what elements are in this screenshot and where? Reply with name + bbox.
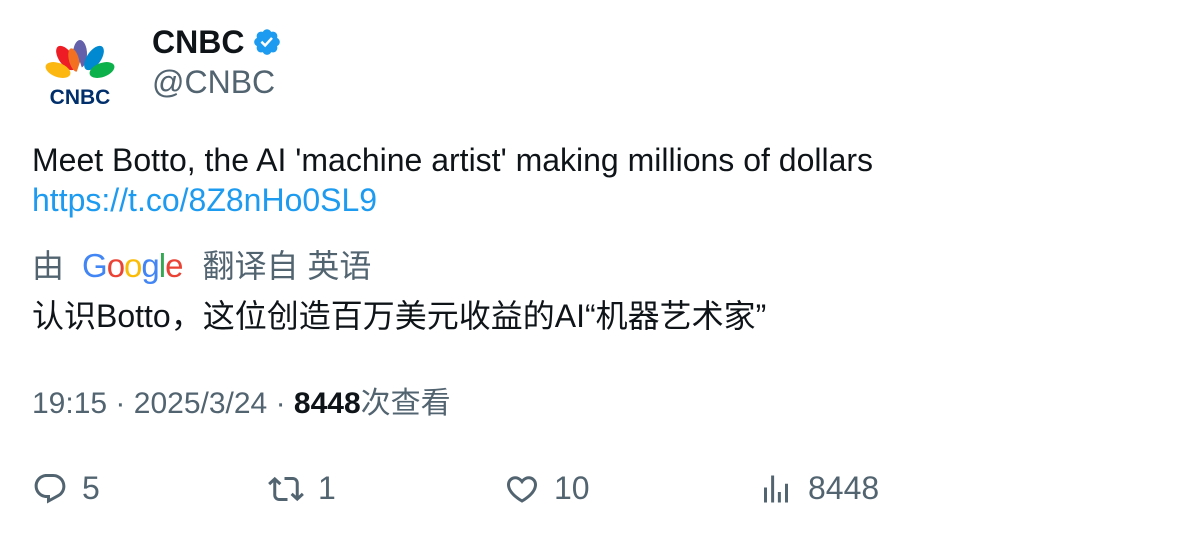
like-button[interactable]: 10 [504,470,590,507]
tweet-time[interactable]: 19:15 [32,387,107,420]
tweet-text: Meet Botto, the AI 'machine artist' maki… [32,140,1162,220]
google-logo: Google [82,247,183,284]
retweet-count: 1 [318,470,336,506]
tweet-meta: 19:15 · 2025/3/24 · 8448次查看 [32,384,451,424]
reply-count: 5 [82,470,100,506]
author-name[interactable]: CNBC [152,22,244,62]
action-bar: 5 1 10 8448 [0,470,1196,514]
author-handle[interactable]: @CNBC [152,62,275,102]
tweet-date[interactable]: 2025/3/24 [134,387,267,420]
views-label: 次查看 [360,387,451,420]
verified-badge-icon [252,27,282,57]
translation-from-label[interactable]: 翻译自 英语 [202,246,371,286]
translated-text: 认识Botto，这位创造百万美元收益的AI“机器艺术家” [32,298,767,334]
heart-icon [506,475,538,503]
translation-attribution: 由 Google 翻译自 英语 [32,246,371,286]
views-action-count: 8448 [808,470,880,506]
translation-by-label: 由 [32,248,65,284]
tweet-body: Meet Botto, the AI 'machine artist' maki… [32,142,874,178]
author-name-row[interactable]: CNBC [152,22,282,62]
like-count: 10 [554,470,590,506]
analytics-icon [764,475,788,502]
reply-button[interactable]: 5 [32,470,100,507]
reply-icon [34,473,66,504]
meta-separator: · [275,387,286,420]
tweet-link[interactable]: https://t.co/8Z8nHo0SL9 [32,180,1162,220]
meta-separator: · [115,387,126,420]
cnbc-peacock-logo: CNBC [45,40,115,109]
views-button[interactable]: 8448 [758,470,879,507]
avatar[interactable]: CNBC [32,24,128,120]
retweet-button[interactable]: 1 [268,470,336,507]
retweet-icon [268,476,304,501]
logo-text: CNBC [50,86,111,109]
views-count: 8448 [293,387,361,420]
